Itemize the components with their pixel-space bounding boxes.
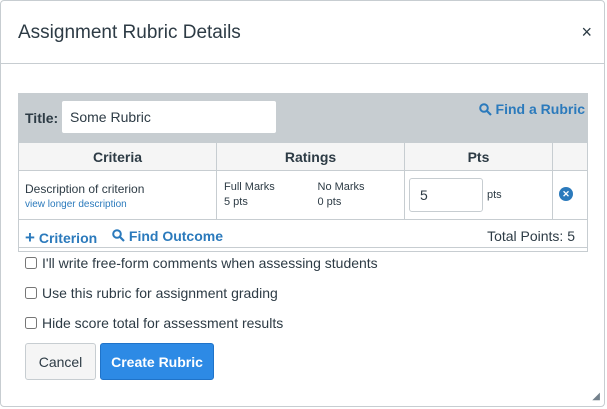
free-form-label: I'll write free-form comments when asses… bbox=[42, 255, 378, 271]
create-rubric-button[interactable]: Create Rubric bbox=[100, 343, 214, 380]
plus-icon: + bbox=[25, 228, 35, 247]
cancel-button[interactable]: Cancel bbox=[25, 343, 96, 380]
delete-cell: ✕ bbox=[553, 171, 587, 219]
ratings-cell: Full Marks 5 pts No Marks 0 pts bbox=[217, 171, 405, 219]
find-outcome-button[interactable]: Find Outcome bbox=[112, 228, 223, 244]
add-criterion-label: Criterion bbox=[38, 230, 98, 246]
delete-criterion-icon[interactable]: ✕ bbox=[559, 187, 573, 201]
rubric-content: Title: Find a Rubric Criteria Ratings Pt… bbox=[18, 93, 588, 331]
rating-no-marks[interactable]: No Marks 0 pts bbox=[311, 171, 405, 218]
criterion-row: Description of criterion view longer des… bbox=[19, 171, 587, 220]
rating-label: Full Marks bbox=[224, 181, 275, 193]
criteria-header: Criteria bbox=[19, 143, 217, 170]
hide-score-label: Hide score total for assessment results bbox=[42, 315, 284, 331]
dialog-title: Assignment Rubric Details bbox=[18, 22, 241, 43]
use-for-grading-option[interactable]: Use this rubric for assignment grading bbox=[25, 285, 278, 301]
actions-header bbox=[553, 143, 587, 170]
points-unit: pts bbox=[487, 189, 502, 201]
criterion-cell: Description of criterion view longer des… bbox=[19, 171, 217, 219]
points-cell: pts bbox=[405, 171, 553, 219]
pts-header: Pts bbox=[405, 143, 553, 170]
dialog-titlebar: Assignment Rubric Details × bbox=[1, 1, 604, 64]
rating-points: 5 pts bbox=[224, 196, 248, 208]
close-icon[interactable]: × bbox=[581, 23, 592, 41]
hide-score-checkbox[interactable] bbox=[25, 317, 37, 329]
resize-handle-icon[interactable]: ◢ bbox=[592, 391, 600, 402]
table-header: Criteria Ratings Pts bbox=[19, 143, 587, 171]
find-rubric-link[interactable]: Find a Rubric bbox=[478, 101, 585, 117]
use-for-grading-checkbox[interactable] bbox=[25, 287, 37, 299]
rating-points: 0 pts bbox=[317, 196, 342, 208]
add-criterion-button[interactable]: + Criterion bbox=[25, 228, 97, 248]
use-for-grading-label: Use this rubric for assignment grading bbox=[42, 285, 278, 301]
rubric-title-row: Title: Find a Rubric bbox=[19, 94, 587, 143]
find-rubric-label: Find a Rubric bbox=[495, 101, 585, 117]
view-longer-description-link[interactable]: view longer description bbox=[25, 199, 127, 210]
free-form-option[interactable]: I'll write free-form comments when asses… bbox=[25, 255, 378, 271]
hide-score-option[interactable]: Hide score total for assessment results bbox=[25, 315, 283, 331]
total-points: Total Points: 5 bbox=[487, 228, 575, 244]
title-label: Title: bbox=[25, 110, 59, 126]
rubric-dialog: Assignment Rubric Details × Title: Find … bbox=[0, 0, 605, 407]
ratings-header: Ratings bbox=[217, 143, 405, 170]
rubric-title-input[interactable] bbox=[61, 100, 277, 134]
free-form-checkbox[interactable] bbox=[25, 257, 37, 269]
rating-full-marks[interactable]: Full Marks 5 pts bbox=[217, 171, 311, 218]
criterion-description[interactable]: Description of criterion bbox=[25, 182, 144, 196]
rating-label: No Marks bbox=[317, 181, 365, 193]
points-input[interactable] bbox=[409, 178, 483, 212]
search-icon bbox=[478, 102, 492, 116]
rubric-table: Title: Find a Rubric Criteria Ratings Pt… bbox=[18, 93, 588, 252]
rubric-options: I'll write free-form comments when asses… bbox=[18, 247, 588, 331]
search-icon bbox=[112, 229, 125, 242]
find-outcome-label: Find Outcome bbox=[128, 228, 224, 244]
